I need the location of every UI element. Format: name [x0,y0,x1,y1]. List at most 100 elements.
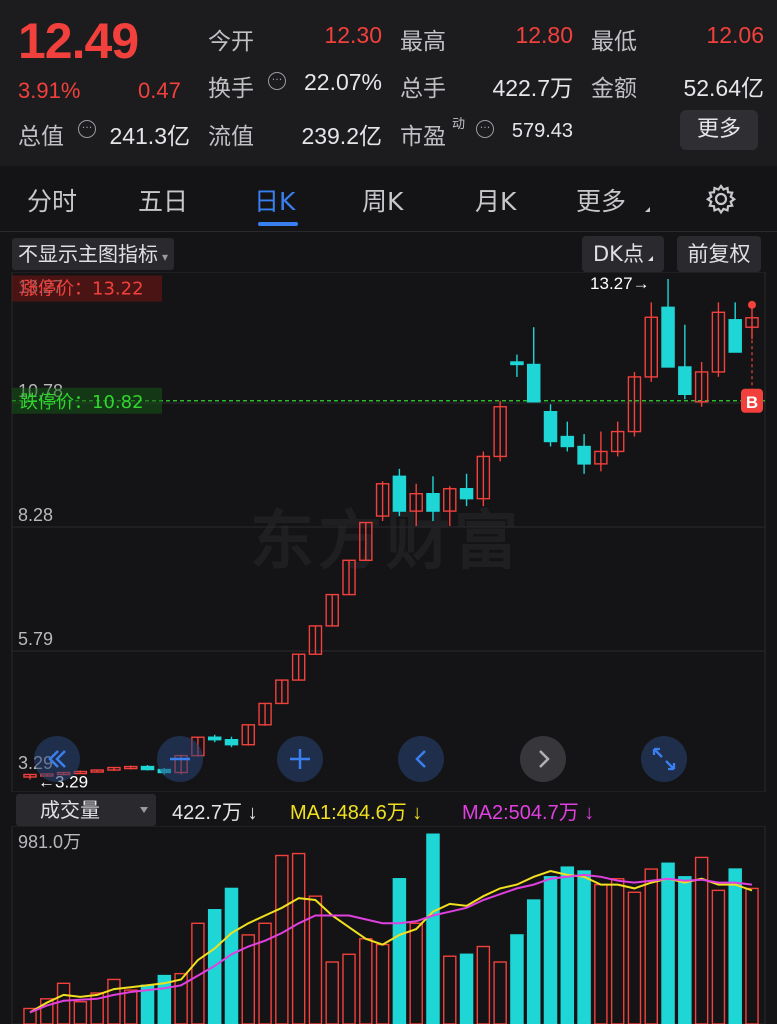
pe-info-icon[interactable]: ··· [476,120,494,138]
limit-up-label: 涨停价：13.22 [20,278,144,299]
open-label: 今开 [208,29,254,55]
volume-bar-down [526,899,541,1024]
pe-value: 579.43 [511,120,573,142]
low-value: 12.06 [706,22,764,48]
volume-bar-up [325,961,339,1024]
float-cap-value: 239.2亿 [301,123,382,149]
candle-down [426,493,440,512]
kline-frame [11,272,766,792]
volume-bar-up [359,938,373,1024]
dk-point-label: DK点 [593,242,644,266]
volume-bar-up [73,1001,88,1024]
volume-bar-down [426,833,440,1024]
tab-daily-k[interactable]: 日K [254,182,295,218]
amount-value: 52.64亿 [683,75,764,101]
tab-weekly-k[interactable]: 周K [362,182,403,218]
kline-y-tick-label: 5.79 [18,629,53,649]
quote-header: 12.49 3.91% 0.47 今开 12.30 最高 12.80 最低 12… [0,0,777,166]
chevron-right-icon [539,750,550,768]
candle-down [510,361,524,366]
volume-bar-down [728,868,742,1024]
indicator-dropdown-icon: ▾ [162,250,169,264]
volume-bar-up [123,989,138,1024]
main-indicator-select[interactable]: 不显示主图指标 ▾ [12,238,175,270]
change-amount: 0.47 [138,78,181,103]
scroll-left-button[interactable] [398,736,444,782]
volume-current: 422.7万 ↓ [172,802,258,824]
limit-down-label: 跌停价：10.82 [20,392,144,413]
volume-bar-up [610,878,625,1024]
volume-bar-down [392,878,407,1024]
volume-ma1: MA1:484.6万 ↓ [290,802,423,824]
tab-more-dropdown-icon [645,202,650,212]
sub-indicator-select[interactable]: 成交量 [16,794,156,826]
buy-point-dot [748,300,756,309]
volume-bar-down [678,876,692,1024]
pe-label: 市盈 [400,124,446,150]
current-price: 12.49 [18,13,139,69]
amount-label: 金额 [591,76,637,102]
candle-down [392,475,407,512]
volume-bar-up [56,982,71,1024]
volume-bar-up [375,943,390,1024]
volume-bar-up [627,891,642,1024]
volume-chart[interactable]: 981.0万 [0,826,777,1024]
kline-y-tick-label: 8.28 [18,505,53,525]
float-cap-label: 流值 [208,124,254,150]
volume-bar-up [493,961,507,1024]
zoom-out-button[interactable] [157,736,203,782]
tab-more[interactable]: 更多 [576,182,626,218]
candle-down [140,765,155,771]
volume-bar-down [661,862,675,1024]
settings-gear-icon[interactable] [704,182,738,216]
volume-bar-up [107,978,121,1024]
candle-down [543,410,558,443]
pe-dynamic-sup: 动 [452,117,466,132]
fullscreen-button[interactable] [641,736,687,782]
volume-bar-up [594,883,608,1024]
turnover-value: 22.07% [303,69,382,95]
active-tab-indicator [258,222,298,226]
kline-chart[interactable]: 13.2710.788.285.793.29涨停价：13.22跌停价：10.82… [0,272,777,792]
volume-bar-up [476,945,491,1024]
high-value: 12.80 [515,22,573,48]
candle-down [728,319,742,353]
volume-bar-down [510,934,524,1024]
candle-down [207,736,222,741]
volume-value: 422.7万 [492,75,573,101]
volume-bar-up [275,854,289,1024]
more-stats-button[interactable]: 更多 [680,110,758,150]
expand-arrows-icon [652,747,676,771]
zoom-in-button[interactable] [277,736,323,782]
period-tabs: 分时 五日 日K 周K 月K 更多 [0,166,777,232]
volume-bar-up [711,889,726,1024]
change-percent: 3.91% [18,78,81,103]
double-chevron-left-icon [48,750,66,768]
volume-max-label: 981.0万 [18,832,81,852]
dk-point-button[interactable]: DK点 [582,236,664,272]
mktcap-label: 总值 [18,124,64,150]
volume-bar-up [443,955,457,1024]
scroll-right-button[interactable] [520,736,566,782]
candle-down [661,306,675,368]
mktcap-info-icon[interactable]: ··· [78,120,96,138]
volume-bar-up [342,953,356,1024]
volume-bar-down [543,876,558,1024]
volume-bar-up [644,868,659,1024]
candle-down [224,739,239,746]
scroll-left-fast-button[interactable] [34,736,80,782]
tab-five-day[interactable]: 五日 [138,182,188,218]
tab-monthly-k[interactable]: 月K [475,182,516,218]
max-price-marker: 13.27→ [590,274,650,293]
candle-down [560,435,575,448]
volume-bar-up [694,856,709,1024]
tab-intraday[interactable]: 分时 [27,182,77,218]
minus-icon [170,757,190,761]
volume-label: 总手 [400,76,446,102]
turnover-info-icon[interactable]: ··· [268,72,286,90]
buy-point-label: B [746,393,758,412]
dk-corner-icon [647,256,653,261]
volume-bar-down [560,866,575,1024]
price-adjust-button[interactable]: 前复权 [677,236,761,272]
volume-bar-up [291,852,306,1024]
